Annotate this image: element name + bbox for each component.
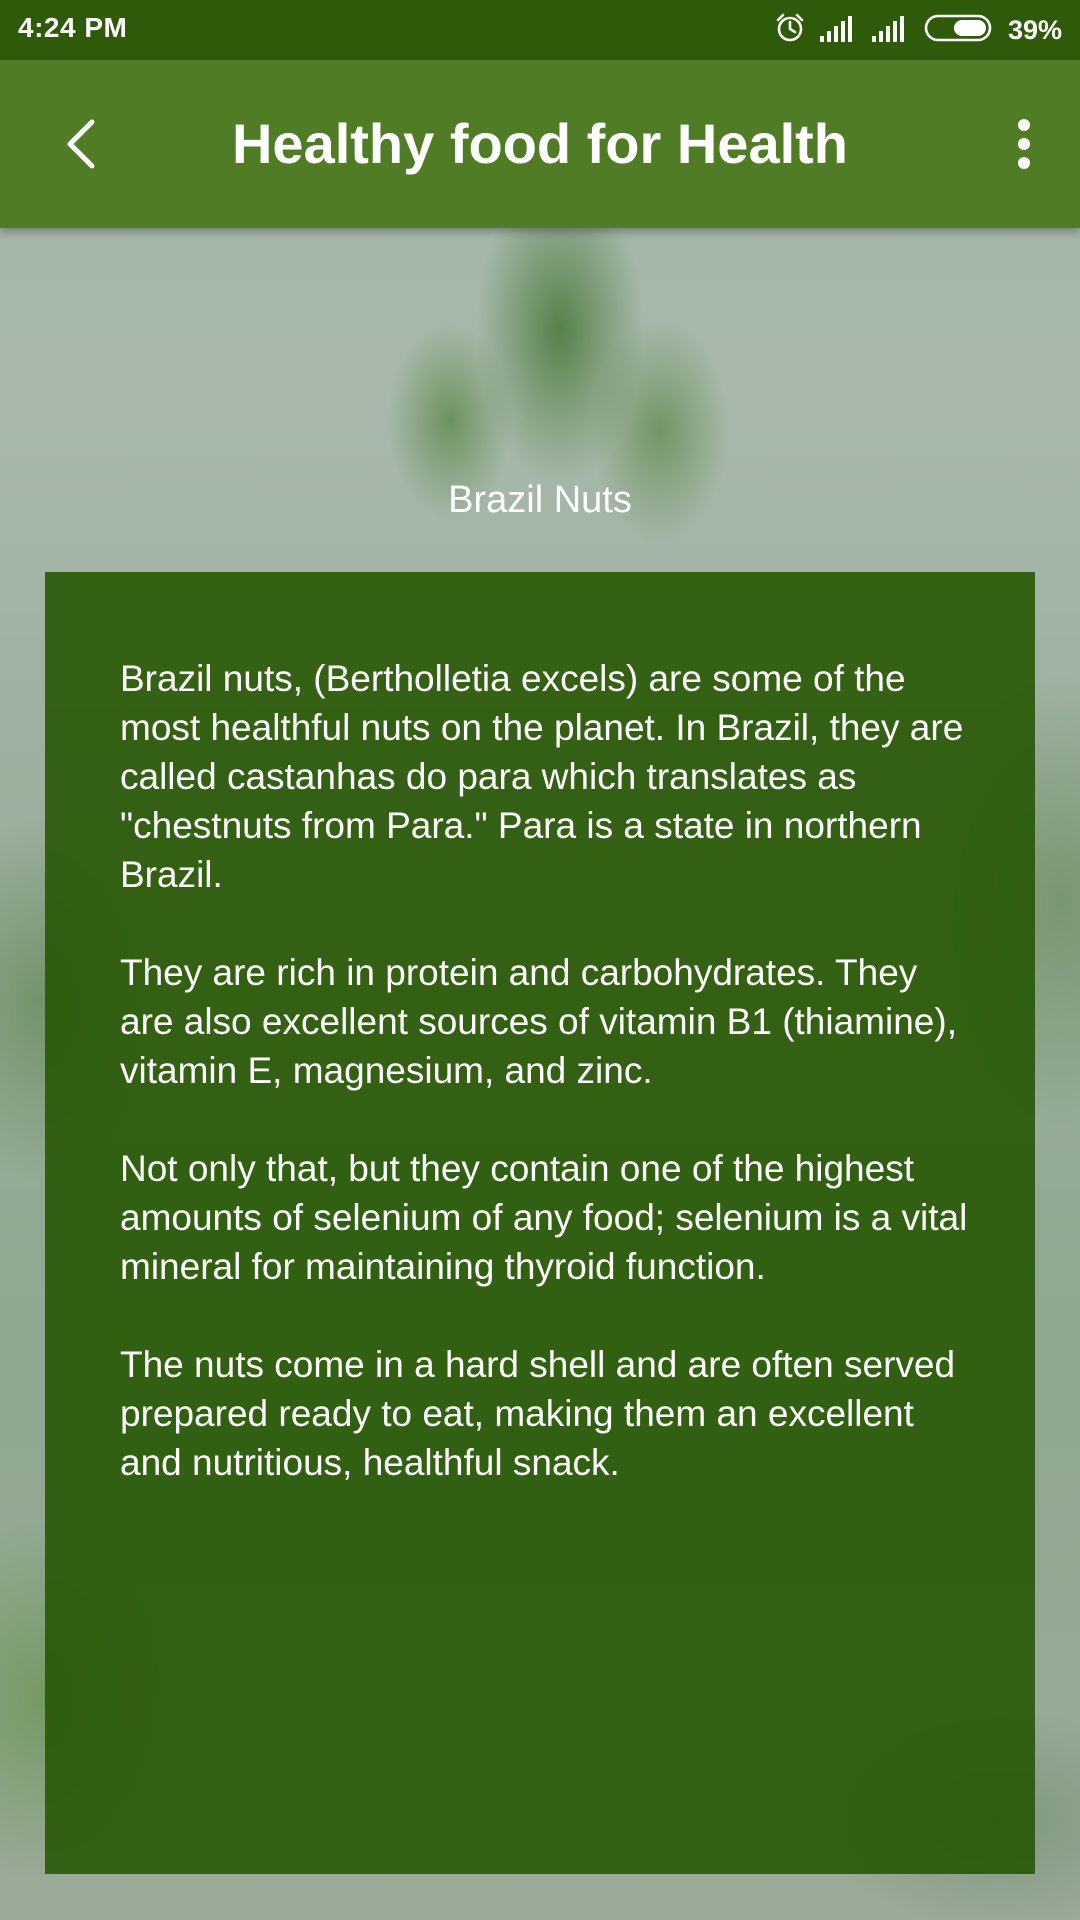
battery-icon xyxy=(924,13,994,48)
description-paragraph: Brazil nuts, (Bertholletia excels) are s… xyxy=(120,658,964,895)
description-paragraph: The nuts come in a hard shell and are of… xyxy=(120,1344,956,1483)
overflow-menu-button[interactable] xyxy=(996,116,1052,172)
app-bar: Healthy food for Health xyxy=(0,60,1080,228)
food-title: Brazil Nuts xyxy=(448,479,632,521)
description-card: Brazil nuts, (Bertholletia excels) are s… xyxy=(45,572,1035,1874)
description-paragraph: Not only that, but they contain one of t… xyxy=(120,1148,968,1287)
page-title: Healthy food for Health xyxy=(231,112,849,175)
status-time: 4:24 PM xyxy=(18,12,128,43)
screen: 4:24 PM 39% Healthy food for Health Braz… xyxy=(0,0,1080,1920)
signal-icon xyxy=(819,14,858,47)
status-icons: 39% xyxy=(774,10,1062,50)
alarm-icon xyxy=(774,12,806,49)
description-text: Brazil nuts, (Bertholletia excels) are s… xyxy=(120,654,980,1487)
signal-icon xyxy=(871,14,910,47)
battery-percent: 39% xyxy=(1007,14,1062,45)
description-paragraph: They are rich in protein and carbohydrat… xyxy=(120,952,957,1091)
status-bar: 4:24 PM 39% xyxy=(0,0,1080,60)
more-vertical-icon xyxy=(1018,119,1030,169)
